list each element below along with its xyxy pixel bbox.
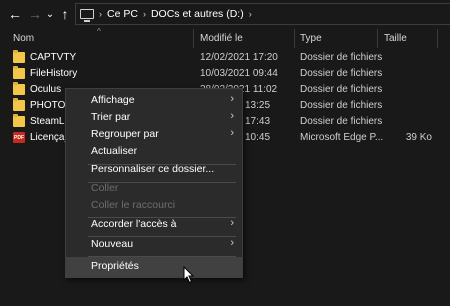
breadcrumb-drive-d[interactable]: DOCs et autres (D:) xyxy=(151,8,244,20)
submenu-arrow-icon: › xyxy=(230,237,234,249)
column-header-name[interactable]: Nom xyxy=(13,33,34,44)
file-name: CAPTVTY xyxy=(30,52,77,63)
submenu-arrow-icon: › xyxy=(230,217,234,229)
menu-item-label: Regrouper par xyxy=(91,128,159,140)
back-arrow-icon[interactable]: ← xyxy=(7,5,23,23)
column-headers: ^ Nom Modifié le Type Taille xyxy=(0,27,450,49)
menu-item-nouveau[interactable]: Nouveau › xyxy=(66,235,242,255)
column-divider[interactable] xyxy=(437,29,438,48)
file-type: Dossier de fichiers xyxy=(300,84,383,95)
context-menu: Affichage › Trier par › Regrouper par › … xyxy=(65,88,243,278)
submenu-arrow-icon: › xyxy=(230,127,234,139)
up-arrow-icon[interactable]: ↑ xyxy=(58,5,72,23)
folder-icon xyxy=(13,50,25,63)
mouse-cursor-icon xyxy=(183,266,195,284)
file-type: Microsoft Edge P... xyxy=(300,132,384,143)
menu-item-coller-raccourci: Coller le raccourci xyxy=(66,196,242,216)
menu-item-label: Coller xyxy=(91,182,119,194)
column-divider[interactable] xyxy=(377,29,378,48)
file-type: Dossier de fichiers xyxy=(300,116,383,127)
menu-item-label: Coller le raccourci xyxy=(91,199,176,211)
submenu-arrow-icon: › xyxy=(230,93,234,105)
column-header-type[interactable]: Type xyxy=(300,33,322,44)
file-type: Dossier de fichiers xyxy=(300,52,383,63)
file-row[interactable]: FileHistory 10/03/2021 09:44 Dossier de … xyxy=(0,66,450,82)
address-bar[interactable]: › Ce PC › DOCs et autres (D:) › xyxy=(75,3,450,25)
file-name: Oculus xyxy=(30,84,62,95)
menu-item-accorder-acces[interactable]: Accorder l'accès à › xyxy=(66,215,242,235)
menu-item-label: Affichage xyxy=(91,94,135,106)
file-modified: 17:43 xyxy=(245,116,271,127)
this-pc-icon xyxy=(80,9,94,22)
file-row[interactable]: CAPTVTY 12/02/2021 17:20 Dossier de fich… xyxy=(0,50,450,66)
recent-locations-icon[interactable]: ⌄ xyxy=(45,5,55,23)
menu-item-label: Trier par xyxy=(91,111,131,123)
column-divider[interactable] xyxy=(193,29,194,48)
folder-icon xyxy=(13,66,25,79)
column-divider[interactable] xyxy=(294,29,295,48)
column-header-modified[interactable]: Modifié le xyxy=(200,33,243,44)
file-modified: 12/02/2021 17:20 xyxy=(200,52,278,63)
menu-item-label: Personnaliser ce dossier... xyxy=(91,163,215,175)
file-name: FileHistory xyxy=(30,68,78,79)
forward-arrow-icon[interactable]: → xyxy=(27,5,43,23)
folder-icon xyxy=(13,82,25,95)
navigation-bar: ← → ⌄ ↑ › Ce PC › DOCs et autres (D:) › xyxy=(0,0,450,29)
menu-item-label: Accorder l'accès à xyxy=(91,218,177,230)
folder-icon xyxy=(13,98,25,111)
breadcrumb-this-pc[interactable]: Ce PC xyxy=(107,8,138,20)
folder-icon xyxy=(13,114,25,127)
menu-item-label: Propriétés xyxy=(91,260,139,272)
menu-item-label: Actualiser xyxy=(91,145,138,157)
breadcrumb-chevron-icon: › xyxy=(248,9,252,19)
sort-ascending-icon: ^ xyxy=(97,27,101,36)
file-modified: 13:25 xyxy=(245,100,271,111)
submenu-arrow-icon: › xyxy=(230,110,234,122)
file-modified: 10:45 xyxy=(245,132,271,143)
breadcrumb-chevron-icon: › xyxy=(142,9,146,19)
menu-item-proprietes[interactable]: Propriétés xyxy=(66,257,242,277)
column-header-size[interactable]: Taille xyxy=(384,33,407,44)
file-type: Dossier de fichiers xyxy=(300,100,383,111)
menu-item-label: Nouveau xyxy=(91,238,134,250)
file-modified: 10/03/2021 09:44 xyxy=(200,68,278,79)
file-size: 39 Ko xyxy=(405,132,432,143)
breadcrumb-chevron-icon: › xyxy=(99,9,102,19)
menu-item-personnaliser[interactable]: Personnaliser ce dossier... xyxy=(66,159,242,179)
file-type: Dossier de fichiers xyxy=(300,68,383,79)
pdf-icon: PDF xyxy=(13,132,25,143)
